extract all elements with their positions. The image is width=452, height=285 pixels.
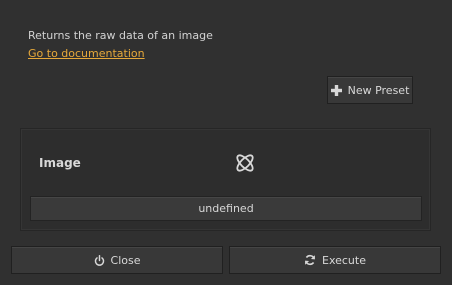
documentation-link[interactable]: Go to documentation	[28, 47, 145, 60]
new-preset-label: New Preset	[347, 83, 410, 97]
close-button[interactable]: Close	[11, 246, 223, 274]
node-link-icon	[233, 151, 257, 175]
node-description: Returns the raw data of an image	[28, 29, 213, 42]
refresh-icon	[304, 254, 316, 266]
parameter-label: Image	[39, 156, 81, 170]
parameter-panel: Image undefined	[20, 128, 431, 231]
close-label: Close	[110, 253, 141, 267]
power-icon	[94, 254, 105, 266]
execute-label: Execute	[322, 253, 366, 267]
parameter-value-field[interactable]: undefined	[30, 196, 422, 221]
plus-icon	[330, 84, 342, 96]
new-preset-button[interactable]: New Preset	[327, 76, 413, 104]
execute-button[interactable]: Execute	[229, 246, 441, 274]
